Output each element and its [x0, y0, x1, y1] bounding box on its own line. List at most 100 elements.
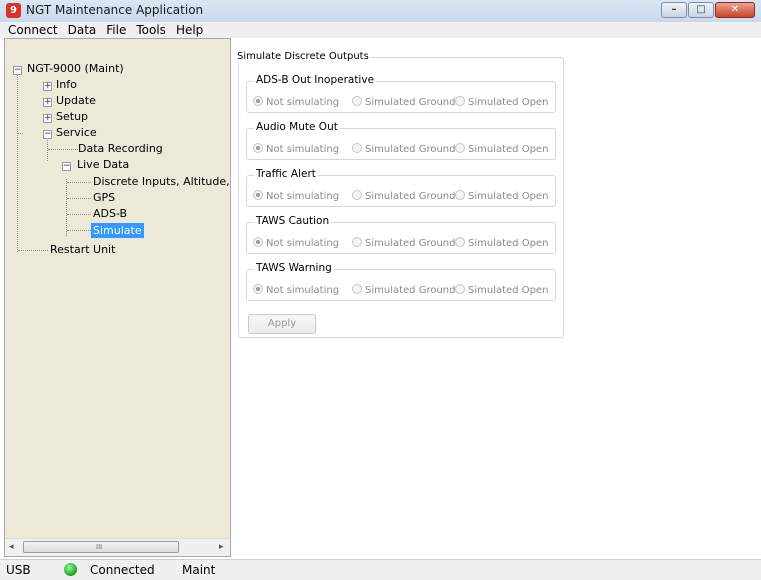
radio-not-simulating[interactable]: Not simulating	[253, 237, 339, 250]
minimize-button[interactable]: –	[661, 2, 687, 18]
radio-simulated-open[interactable]: Simulated Open	[455, 190, 548, 203]
radio-group: Audio Mute Out Not simulating Simulated Gr…	[246, 121, 556, 160]
tree-collapse-icon[interactable]: −	[62, 162, 71, 171]
navigation-tree-pane: − NGT-9000 (Maint) + Info + Update + Set…	[4, 38, 231, 557]
radio-label: Not simulating	[266, 285, 340, 296]
radio-group: TAWS Caution Not simulating Simulated Grou…	[246, 215, 556, 254]
radio-not-simulating[interactable]: Not simulating	[253, 190, 339, 203]
radio-button-icon[interactable]	[253, 190, 263, 200]
radio-label: Not simulating	[266, 191, 340, 202]
radio-button-icon[interactable]	[352, 96, 362, 106]
radio-button-icon[interactable]	[352, 237, 362, 247]
radio-label: Simulated Ground	[365, 144, 456, 155]
radio-simulated-ground[interactable]: Simulated Ground	[352, 284, 456, 297]
menu-data[interactable]: Data	[63, 22, 102, 38]
tree-node-update[interactable]: Update	[56, 93, 96, 108]
menu-tools[interactable]: Tools	[131, 22, 171, 38]
radio-button-icon[interactable]	[455, 284, 465, 294]
tree-node-data-recording[interactable]: Data Recording	[78, 141, 163, 156]
tree-node-simulate[interactable]: Simulate	[91, 223, 144, 238]
radio-button-icon[interactable]	[352, 284, 362, 294]
radio-button-icon[interactable]	[352, 143, 362, 153]
tree-node-info[interactable]: Info	[56, 77, 77, 92]
scrollbar-thumb[interactable]: III	[23, 541, 179, 553]
radio-simulated-ground[interactable]: Simulated Ground	[352, 190, 456, 203]
menu-file[interactable]: File	[101, 22, 131, 38]
navigation-tree: − NGT-9000 (Maint) + Info + Update + Set…	[5, 39, 230, 539]
radio-button-icon[interactable]	[253, 237, 263, 247]
simulate-discrete-outputs-group: Simulate Discrete Outputs ADS-B Out Inop…	[235, 51, 564, 338]
radio-simulated-ground[interactable]: Simulated Ground	[352, 96, 456, 109]
radio-button-icon[interactable]	[253, 143, 263, 153]
radio-group: Traffic Alert Not simulating Simulated Gro…	[246, 168, 556, 207]
scroll-right-icon[interactable]: ▸	[219, 542, 224, 552]
radio-simulated-ground[interactable]: Simulated Ground	[352, 143, 456, 156]
menu-bar: Connect Data File Tools Help	[0, 22, 761, 38]
scroll-left-icon[interactable]: ◂	[9, 542, 14, 552]
radio-not-simulating[interactable]: Not simulating	[253, 284, 339, 297]
radio-button-icon[interactable]	[253, 96, 263, 106]
tree-node-adsb[interactable]: ADS-B	[93, 206, 127, 221]
status-mode: Maint	[182, 563, 216, 577]
radio-label: Simulated Open	[468, 144, 549, 155]
radio-group-label: Audio Mute Out	[254, 121, 340, 133]
radio-button-icon[interactable]	[455, 96, 465, 106]
radio-button-icon[interactable]	[253, 284, 263, 294]
tree-node-restart-unit[interactable]: Restart Unit	[50, 242, 115, 257]
close-button[interactable]: ✕	[715, 2, 755, 18]
radio-button-icon[interactable]	[455, 190, 465, 200]
radio-group: TAWS Warning Not simulating Simulated Grou…	[246, 262, 556, 301]
radio-group-label: ADS-B Out Inoperative	[254, 74, 377, 86]
tree-expand-icon[interactable]: +	[43, 82, 52, 91]
maximize-button[interactable]: □	[688, 2, 714, 18]
tree-node-service[interactable]: Service	[56, 125, 97, 140]
radio-label: Simulated Open	[468, 238, 549, 249]
close-icon: ✕	[730, 4, 740, 15]
tree-expand-icon[interactable]: +	[43, 114, 52, 123]
radio-group: ADS-B Out Inoperative Not simulating Simul…	[246, 74, 556, 113]
radio-label: Not simulating	[266, 144, 340, 155]
radio-label: Simulated Ground	[365, 97, 456, 108]
group-title: Simulate Discrete Outputs	[235, 51, 371, 62]
radio-simulated-open[interactable]: Simulated Open	[455, 237, 548, 250]
maximize-icon: □	[696, 4, 706, 15]
tree-node-root[interactable]: NGT-9000 (Maint)	[27, 61, 124, 76]
radio-group-label: Traffic Alert	[254, 168, 318, 180]
radio-label: Simulated Ground	[365, 191, 456, 202]
radio-simulated-open[interactable]: Simulated Open	[455, 143, 548, 156]
radio-not-simulating[interactable]: Not simulating	[253, 96, 339, 109]
radio-label: Simulated Open	[468, 191, 549, 202]
radio-button-icon[interactable]	[455, 143, 465, 153]
tree-collapse-icon[interactable]: −	[43, 130, 52, 139]
tree-expand-icon[interactable]: +	[43, 98, 52, 107]
radio-button-icon[interactable]	[455, 237, 465, 247]
radio-label: Simulated Ground	[365, 285, 456, 296]
tree-connector	[18, 133, 23, 134]
tree-horizontal-scrollbar[interactable]: ◂ III ▸	[5, 538, 230, 556]
radio-button-icon[interactable]	[352, 190, 362, 200]
radio-label: Simulated Ground	[365, 238, 456, 249]
tree-collapse-icon[interactable]: −	[13, 66, 22, 75]
menu-connect[interactable]: Connect	[0, 22, 63, 38]
tree-node-setup[interactable]: Setup	[56, 109, 88, 124]
radio-label: Not simulating	[266, 238, 340, 249]
tree-node-discrete-inputs[interactable]: Discrete Inputs, Altitude, an	[93, 174, 230, 189]
apply-button[interactable]: Apply	[248, 314, 316, 334]
radio-label: Not simulating	[266, 97, 340, 108]
tree-node-gps[interactable]: GPS	[93, 190, 115, 205]
radio-not-simulating[interactable]: Not simulating	[253, 143, 339, 156]
tree-connector	[18, 250, 48, 251]
radio-simulated-ground[interactable]: Simulated Ground	[352, 237, 456, 250]
status-bar: USB Connected Maint	[0, 559, 761, 580]
menu-help[interactable]: Help	[171, 22, 208, 38]
tree-connector	[67, 214, 91, 215]
tree-connector	[17, 69, 18, 252]
radio-simulated-open[interactable]: Simulated Open	[455, 96, 548, 109]
tree-connector	[67, 230, 91, 231]
radio-group-label: TAWS Caution	[254, 215, 332, 227]
radio-simulated-open[interactable]: Simulated Open	[455, 284, 548, 297]
radio-label: Simulated Open	[468, 97, 549, 108]
tree-node-live-data[interactable]: Live Data	[77, 157, 129, 172]
status-port: USB	[6, 563, 31, 577]
app-logo-icon: 9	[6, 3, 21, 18]
